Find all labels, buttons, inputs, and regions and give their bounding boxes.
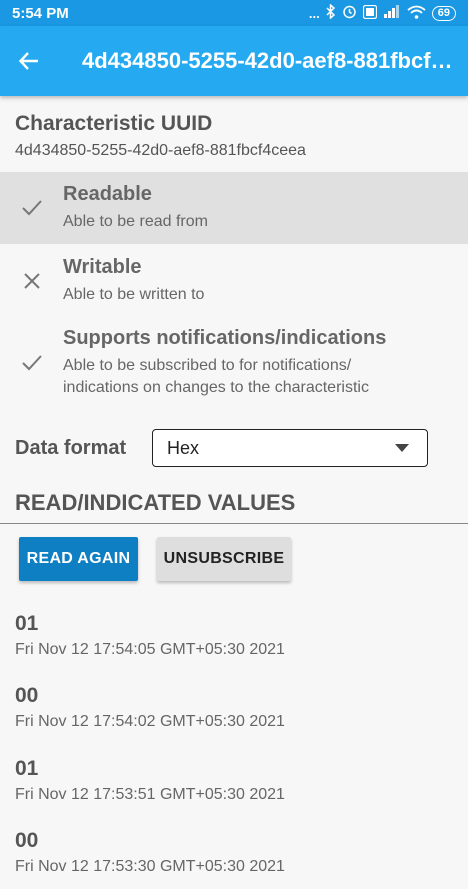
check-icon bbox=[21, 355, 42, 371]
data-format-row: Data format Hex bbox=[15, 428, 455, 468]
property-notifications: Supports notifications/indications Able … bbox=[0, 318, 468, 408]
volte-icon bbox=[362, 4, 377, 22]
data-format-dropdown[interactable]: Hex bbox=[152, 429, 428, 467]
property-writable: Writable Able to be written to bbox=[0, 245, 468, 317]
property-subtitle: Able to be read from bbox=[63, 213, 208, 230]
property-title: Readable bbox=[63, 183, 152, 205]
status-bar: 5:54 PM ... 69 bbox=[0, 0, 468, 26]
battery-icon: 69 bbox=[431, 5, 456, 21]
property-title: Writable bbox=[63, 256, 142, 278]
characteristic-uuid-value: 4d434850-5255-42d0-aef8-881fbcf4ceea bbox=[15, 142, 306, 159]
value-timestamp: Fri Nov 12 17:54:05 GMT+05:30 2021 bbox=[15, 641, 285, 658]
value-text: 01 bbox=[15, 612, 39, 635]
dropdown-arrow-icon bbox=[395, 444, 409, 452]
bluetooth-icon bbox=[326, 3, 336, 22]
value-text: 00 bbox=[15, 684, 39, 707]
back-button[interactable] bbox=[0, 26, 58, 96]
value-timestamp: Fri Nov 12 17:54:02 GMT+05:30 2021 bbox=[15, 713, 285, 730]
value-item: 00 Fri Nov 12 17:54:02 GMT+05:30 2021 bbox=[15, 684, 455, 731]
notification-dots: ... bbox=[308, 5, 320, 21]
value-item: 01 Fri Nov 12 17:53:51 GMT+05:30 2021 bbox=[15, 757, 455, 804]
status-icons: ... 69 bbox=[308, 3, 456, 22]
characteristic-uuid-block: Characteristic UUID 4d434850-5255-42d0-a… bbox=[15, 112, 455, 160]
property-title: Supports notifications/indications bbox=[63, 327, 387, 349]
alarm-icon bbox=[342, 4, 357, 22]
value-text: 00 bbox=[15, 829, 39, 852]
property-subtitle: Able to be subscribed to for notificatio… bbox=[63, 357, 369, 396]
check-icon bbox=[21, 200, 42, 216]
close-icon bbox=[23, 273, 40, 289]
data-format-selected: Hex bbox=[167, 437, 200, 458]
value-item: 01 Fri Nov 12 17:54:05 GMT+05:30 2021 bbox=[15, 612, 455, 659]
value-text: 01 bbox=[15, 757, 39, 780]
wifi-icon bbox=[407, 5, 426, 22]
section-divider bbox=[0, 523, 468, 524]
status-time: 5:54 PM bbox=[12, 4, 69, 22]
property-subtitle: Able to be written to bbox=[63, 286, 205, 303]
value-timestamp: Fri Nov 12 17:53:30 GMT+05:30 2021 bbox=[15, 858, 285, 875]
app-bar: 4d434850-5255-42d0-aef8-881fbcf4ceea bbox=[0, 26, 468, 96]
characteristic-uuid-label: Characteristic UUID bbox=[15, 112, 213, 135]
arrow-left-icon bbox=[18, 52, 38, 70]
read-again-button[interactable]: READ AGAIN bbox=[19, 537, 138, 581]
data-format-label: Data format bbox=[15, 436, 127, 459]
unsubscribe-button[interactable]: UNSUBSCRIBE bbox=[157, 537, 291, 581]
value-timestamp: Fri Nov 12 17:53:51 GMT+05:30 2021 bbox=[15, 786, 285, 803]
values-section-title: READ/INDICATED VALUES bbox=[15, 490, 296, 515]
signal-icon bbox=[383, 5, 401, 21]
property-readable: Readable Able to be read from bbox=[0, 172, 468, 244]
value-item: 00 Fri Nov 12 17:53:30 GMT+05:30 2021 bbox=[15, 829, 455, 876]
app-title: 4d434850-5255-42d0-aef8-881fbcf4ceea bbox=[82, 48, 462, 73]
